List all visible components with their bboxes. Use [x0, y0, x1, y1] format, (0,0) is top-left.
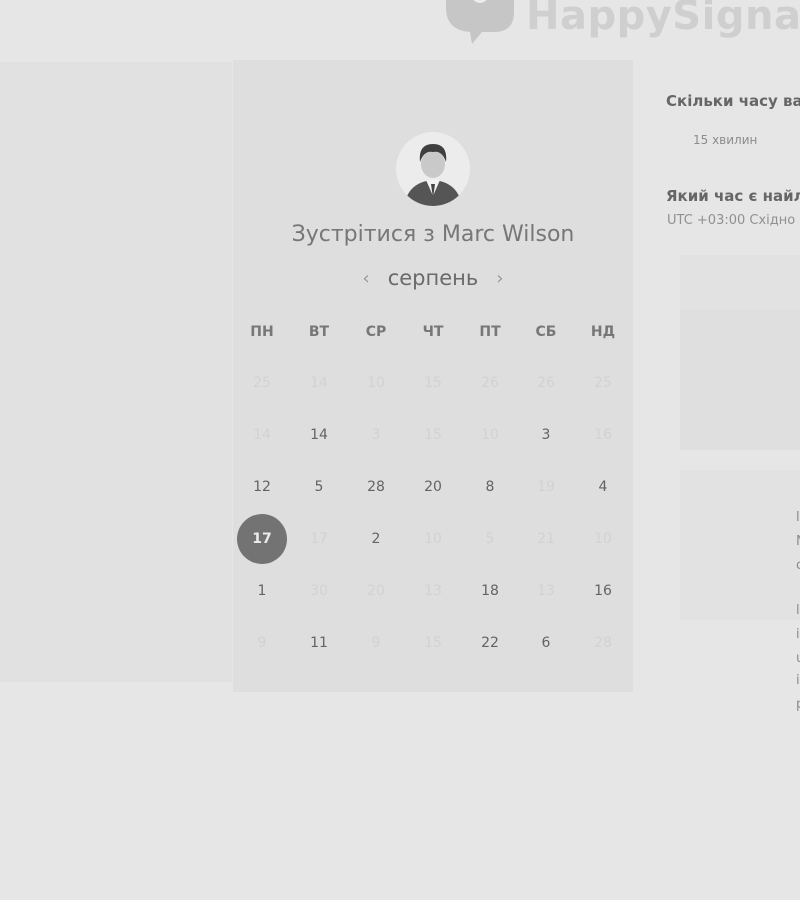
calendar-panel: Зустрітися з Marc Wilson ‹ серпень › ПН … [233, 60, 633, 692]
calendar-day: 5 [485, 531, 495, 547]
cut-text: l [796, 510, 800, 525]
calendar-day: 14 [310, 375, 328, 391]
calendar-day[interactable]: 14 [294, 410, 344, 460]
calendar-day: 16 [594, 427, 612, 443]
cut-text: c [796, 558, 800, 573]
cut-text: i [796, 627, 800, 642]
calendar-day: 15 [424, 427, 442, 443]
calendar-day: 15 [424, 375, 442, 391]
calendar-day[interactable]: 1 [237, 566, 287, 616]
time-question: Який час є найлі [666, 187, 800, 205]
selected-day[interactable]: 17 [237, 514, 287, 564]
calendar-day: 10 [481, 427, 499, 443]
calendar-day: 30 [310, 583, 328, 599]
calendar-day: 28 [594, 635, 612, 651]
weekday-label: СР [365, 324, 387, 340]
calendar-day: 26 [481, 375, 499, 391]
weekday-label: ЧТ [422, 324, 444, 340]
calendar-day: 10 [367, 375, 385, 391]
weekday-label: ПН [250, 324, 274, 340]
details-panel: Скільки часу вам 15 хвилин Який час є на… [634, 60, 800, 900]
weekday-label: НД [590, 324, 616, 340]
cut-text: u [796, 651, 800, 666]
cut-text: l [796, 603, 800, 618]
title-prefix: Зустрітися з [291, 222, 435, 247]
calendar-day: 19 [537, 479, 555, 495]
cut-text: i [796, 673, 800, 688]
time-slot-box [680, 310, 800, 450]
host-name: Marc Wilson [441, 222, 575, 247]
calendar-day: 25 [594, 375, 612, 391]
info-box [680, 470, 800, 620]
user-avatar-icon [396, 132, 470, 206]
calendar-day: 10 [424, 531, 442, 547]
calendar-day[interactable]: 5 [294, 462, 344, 512]
calendar-day[interactable]: 12 [237, 462, 287, 512]
duration-question: Скільки часу вам [666, 92, 800, 110]
calendar-day[interactable]: 2 [351, 514, 401, 564]
calendar-day[interactable]: 28 [351, 462, 401, 512]
calendar-day: 3 [371, 427, 381, 443]
calendar-day[interactable]: 6 [521, 618, 571, 668]
calendar-day: 26 [537, 375, 555, 391]
calendar-day: 9 [371, 635, 381, 651]
calendar-day[interactable]: 22 [465, 618, 515, 668]
logo-text: HappySignal [526, 0, 800, 39]
cut-text: p [796, 697, 800, 712]
chevron-left-icon[interactable]: ‹ [363, 268, 370, 289]
calendar-day: 14 [253, 427, 271, 443]
calendar-day: 17 [310, 531, 328, 547]
calendar-day: 13 [537, 583, 555, 599]
cut-text: N [796, 534, 800, 549]
month-navigation: ‹ серпень › [233, 266, 633, 290]
duration-option[interactable]: 15 хвилин [693, 133, 757, 147]
logo[interactable]: HappySignal [442, 0, 800, 46]
weekday-label: ВТ [308, 324, 330, 340]
speech-bubble-heart-icon [442, 0, 518, 46]
calendar-day[interactable]: 8 [465, 462, 515, 512]
chevron-right-icon[interactable]: › [496, 268, 503, 289]
calendar-day: 15 [424, 635, 442, 651]
calendar-day[interactable]: 18 [465, 566, 515, 616]
calendar-day: 9 [257, 635, 267, 651]
calendar-day[interactable]: 4 [578, 462, 628, 512]
calendar-day: 13 [424, 583, 442, 599]
month-label: серпень [387, 266, 479, 290]
meeting-title: Зустрітися з Marc Wilson [233, 222, 633, 247]
calendar-day[interactable]: 11 [294, 618, 344, 668]
time-slot-box [680, 255, 800, 315]
calendar-day[interactable]: 3 [521, 410, 571, 460]
calendar-day[interactable]: 16 [578, 566, 628, 616]
calendar-day: 25 [253, 375, 271, 391]
calendar-day: 20 [367, 583, 385, 599]
calendar-day: 10 [594, 531, 612, 547]
weekday-label: ПТ [479, 324, 501, 340]
left-panel [0, 62, 232, 682]
calendar-day[interactable]: 20 [408, 462, 458, 512]
calendar-day: 21 [537, 531, 555, 547]
timezone-select[interactable]: UTC +03:00 Східно [667, 213, 795, 228]
weekday-label: СБ [535, 324, 557, 340]
